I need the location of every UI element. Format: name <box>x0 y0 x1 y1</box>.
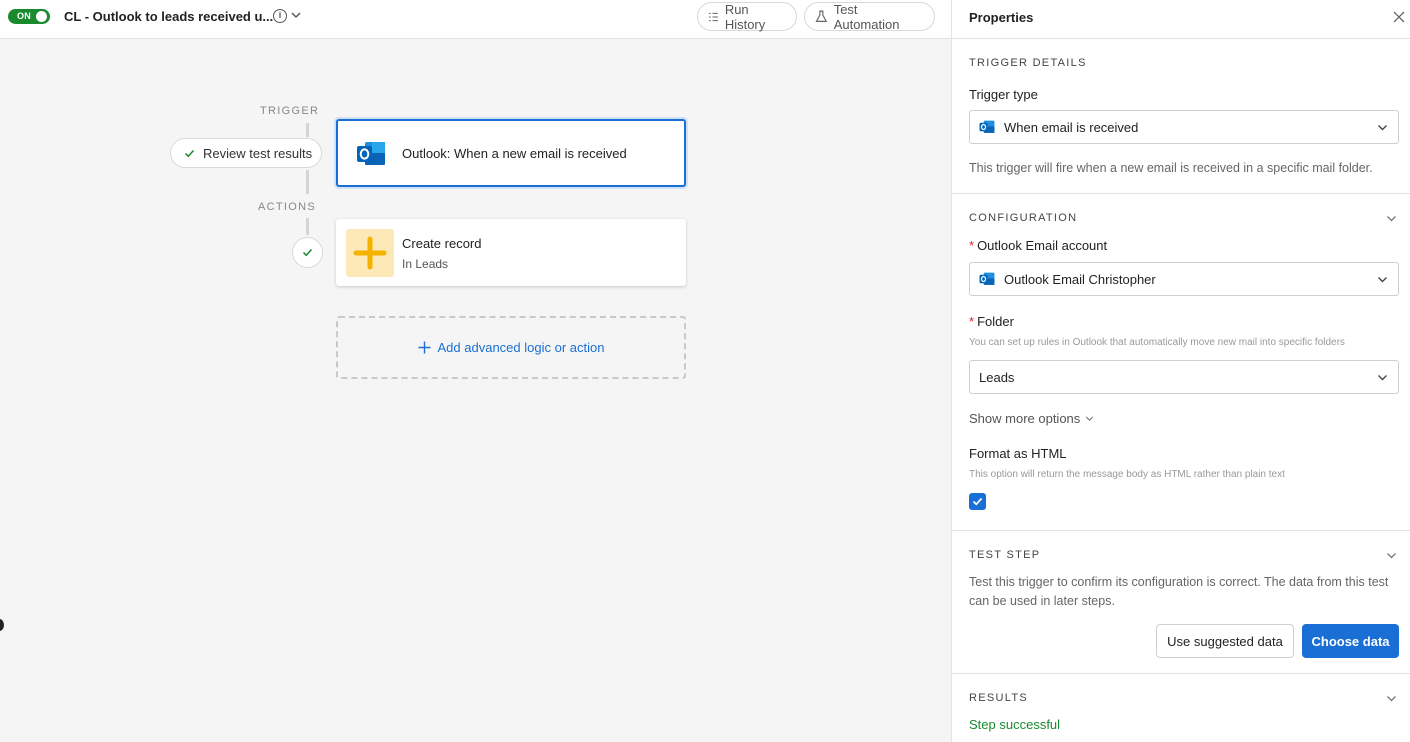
section-divider <box>952 673 1410 674</box>
review-test-results-label: Review test results <box>203 145 313 161</box>
folder-value: Leads <box>979 369 1015 385</box>
toggle-label: ON <box>17 11 32 21</box>
chevron-down-icon <box>1378 277 1387 283</box>
chevron-down-icon[interactable] <box>1386 550 1397 561</box>
chevron-down-icon <box>1378 125 1387 131</box>
action-status-check <box>292 237 323 268</box>
test-automation-label: Test Automation <box>833 1 900 32</box>
trigger-type-select[interactable]: When email is received <box>969 110 1399 144</box>
step-status: Step successful <box>969 717 1061 732</box>
action-node-subtitle: In Leads <box>402 257 449 271</box>
connector-line <box>306 170 309 194</box>
format-html-checkbox[interactable] <box>969 493 986 510</box>
test-step-title: TEST STEP <box>969 549 1041 561</box>
outlook-icon <box>979 120 995 133</box>
add-record-icon <box>346 229 394 277</box>
show-more-label: Show more options <box>969 411 1081 426</box>
folder-select[interactable]: Leads <box>969 360 1399 394</box>
chevron-down-icon <box>1378 375 1387 381</box>
outlook-icon <box>979 272 995 285</box>
results-title: RESULTS <box>969 692 1029 704</box>
show-more-options-button[interactable]: Show more options <box>969 411 1094 426</box>
info-icon[interactable]: i <box>273 9 287 23</box>
trigger-description: This trigger will fire when a new email … <box>969 161 1373 175</box>
automation-on-toggle[interactable]: ON <box>8 9 50 24</box>
chevron-down-icon[interactable] <box>290 9 302 21</box>
section-divider <box>952 193 1410 194</box>
trigger-details-title: TRIGGER DETAILS <box>969 57 1087 69</box>
check-icon <box>972 497 983 506</box>
test-automation-button[interactable]: Test Automation <box>804 1 935 32</box>
account-label: * Outlook Email account <box>969 238 1107 253</box>
action-node-title: Create record <box>402 236 482 251</box>
top-bar: ON CL - Outlook to leads received u... i… <box>0 0 951 39</box>
account-label-text: Outlook Email account <box>977 238 1108 253</box>
toggle-knob <box>36 11 47 22</box>
account-value: Outlook Email Christopher <box>1004 271 1156 287</box>
folder-label: * Folder <box>969 314 1014 329</box>
add-logic-button[interactable]: Add advanced logic or action <box>336 316 686 379</box>
choose-data-button[interactable]: Choose data <box>1302 624 1399 658</box>
folder-help: You can set up rules in Outlook that aut… <box>969 337 1345 348</box>
automation-title[interactable]: CL - Outlook to leads received u... <box>64 9 273 24</box>
folder-label-text: Folder <box>977 314 1014 329</box>
section-divider <box>952 530 1410 531</box>
account-select[interactable]: Outlook Email Christopher <box>969 262 1399 296</box>
add-logic-label: Add advanced logic or action <box>437 340 605 355</box>
test-step-description: Test this trigger to confirm its configu… <box>969 575 1389 608</box>
configuration-title: CONFIGURATION <box>969 212 1078 224</box>
run-history-button[interactable]: Run History <box>697 1 797 32</box>
trigger-node[interactable]: Outlook: When a new email is received <box>336 119 686 187</box>
trigger-node-title: Outlook: When a new email is received <box>402 146 627 161</box>
actions-section-label: ACTIONS <box>258 201 316 213</box>
beaker-icon <box>815 10 828 22</box>
close-icon[interactable] <box>1392 10 1406 24</box>
plus-icon <box>418 341 431 354</box>
chevron-down-icon[interactable] <box>1386 693 1397 704</box>
outlook-icon <box>357 142 385 165</box>
trigger-type-value: When email is received <box>1004 119 1139 135</box>
chevron-down-icon[interactable] <box>1386 213 1397 224</box>
check-icon <box>184 149 195 157</box>
connector-line <box>306 123 309 137</box>
review-test-results-button[interactable]: Review test results <box>170 138 322 168</box>
create-record-node[interactable]: Create record In Leads <box>336 219 686 286</box>
format-html-label: Format as HTML <box>969 446 1067 461</box>
format-html-help: This option will return the message body… <box>969 469 1285 480</box>
trigger-section-label: TRIGGER <box>260 105 320 117</box>
chevron-down-icon <box>1086 416 1094 421</box>
list-icon <box>708 12 718 21</box>
properties-header: Properties <box>952 0 1410 39</box>
trigger-type-label: Trigger type <box>969 87 1038 102</box>
required-asterisk: * <box>969 238 975 253</box>
run-history-label: Run History <box>724 1 766 32</box>
check-icon <box>302 248 313 257</box>
panel-title: Properties <box>969 10 1034 25</box>
connector-line <box>306 218 309 235</box>
use-suggested-data-button[interactable]: Use suggested data <box>1156 624 1294 658</box>
required-asterisk: * <box>969 314 975 329</box>
properties-panel: Properties TRIGGER DETAILS Trigger type … <box>951 0 1410 742</box>
